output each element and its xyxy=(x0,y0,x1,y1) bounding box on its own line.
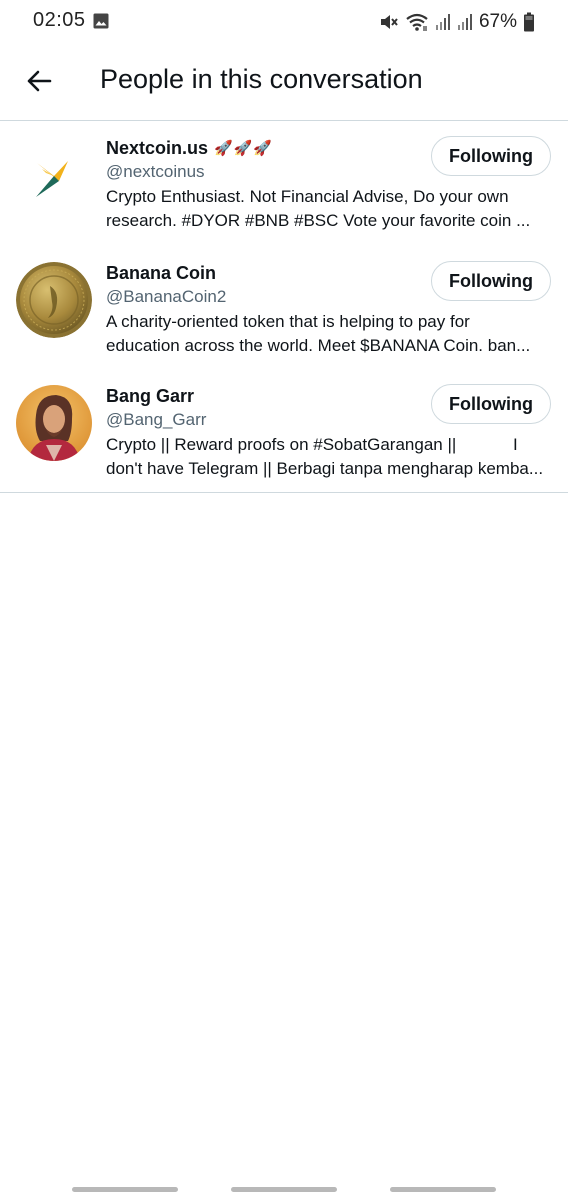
signal-icon xyxy=(457,13,473,31)
following-button[interactable]: Following xyxy=(431,261,551,301)
person-bio: A charity-oriented token that is helping… xyxy=(106,310,550,358)
wifi-icon xyxy=(405,12,429,32)
image-icon xyxy=(93,13,109,29)
signal-icon xyxy=(435,13,451,31)
bio-line: research. #DYOR #BNB #BSC Vote your favo… xyxy=(106,211,531,230)
status-bar: 02:05 67% xyxy=(0,0,568,44)
people-list: Nextcoin.us 🚀🚀🚀 @nextcoinus Crypto Enthu… xyxy=(0,121,568,493)
bio-line: don't have Telegram || Berbagi tanpa men… xyxy=(106,459,544,478)
nav-back-button[interactable] xyxy=(390,1187,496,1192)
person-row[interactable]: Banana Coin @BananaCoin2 A charity-orien… xyxy=(0,246,568,369)
following-button[interactable]: Following xyxy=(431,384,551,424)
arrow-left-icon xyxy=(26,69,52,98)
nextcoin-logo-icon xyxy=(16,137,92,213)
person-row[interactable]: Bang Garr @Bang_Garr Crypto || Reward pr… xyxy=(0,369,568,492)
status-icons: 67% xyxy=(379,9,535,35)
avatar[interactable] xyxy=(16,137,92,213)
app-header: People in this conversation xyxy=(0,44,568,121)
portrait-photo-icon xyxy=(16,385,92,461)
battery-percent: 67% xyxy=(478,11,517,32)
bio-line: Crypto || Reward proofs on #SobatGaranga… xyxy=(106,435,518,454)
person-row[interactable]: Nextcoin.us 🚀🚀🚀 @nextcoinus Crypto Enthu… xyxy=(0,121,568,246)
avatar[interactable] xyxy=(16,385,92,461)
person-name[interactable]: Nextcoin.us xyxy=(106,138,208,159)
banana-coin-logo-icon xyxy=(16,262,92,338)
mute-icon xyxy=(379,12,399,32)
bio-line: Crypto Enthusiast. Not Financial Advise,… xyxy=(106,187,509,206)
person-bio: Crypto || Reward proofs on #SobatGaranga… xyxy=(106,433,550,481)
bio-line: A charity-oriented token that is helping… xyxy=(106,312,470,331)
person-name[interactable]: Bang Garr xyxy=(106,386,194,407)
page-title: People in this conversation xyxy=(100,64,423,94)
bio-line: education across the world. Meet $BANANA… xyxy=(106,336,531,355)
back-button[interactable] xyxy=(18,62,60,104)
person-bio: Crypto Enthusiast. Not Financial Advise,… xyxy=(106,185,550,233)
rocket-emoji: 🚀🚀🚀 xyxy=(214,139,274,157)
system-nav-bar xyxy=(0,1180,568,1200)
battery-icon xyxy=(523,12,535,32)
nav-home-button[interactable] xyxy=(231,1187,337,1192)
avatar[interactable] xyxy=(16,262,92,338)
following-button[interactable]: Following xyxy=(431,136,551,176)
nav-recents-button[interactable] xyxy=(72,1187,178,1192)
person-name[interactable]: Banana Coin xyxy=(106,263,216,284)
status-time: 02:05 xyxy=(33,9,86,31)
